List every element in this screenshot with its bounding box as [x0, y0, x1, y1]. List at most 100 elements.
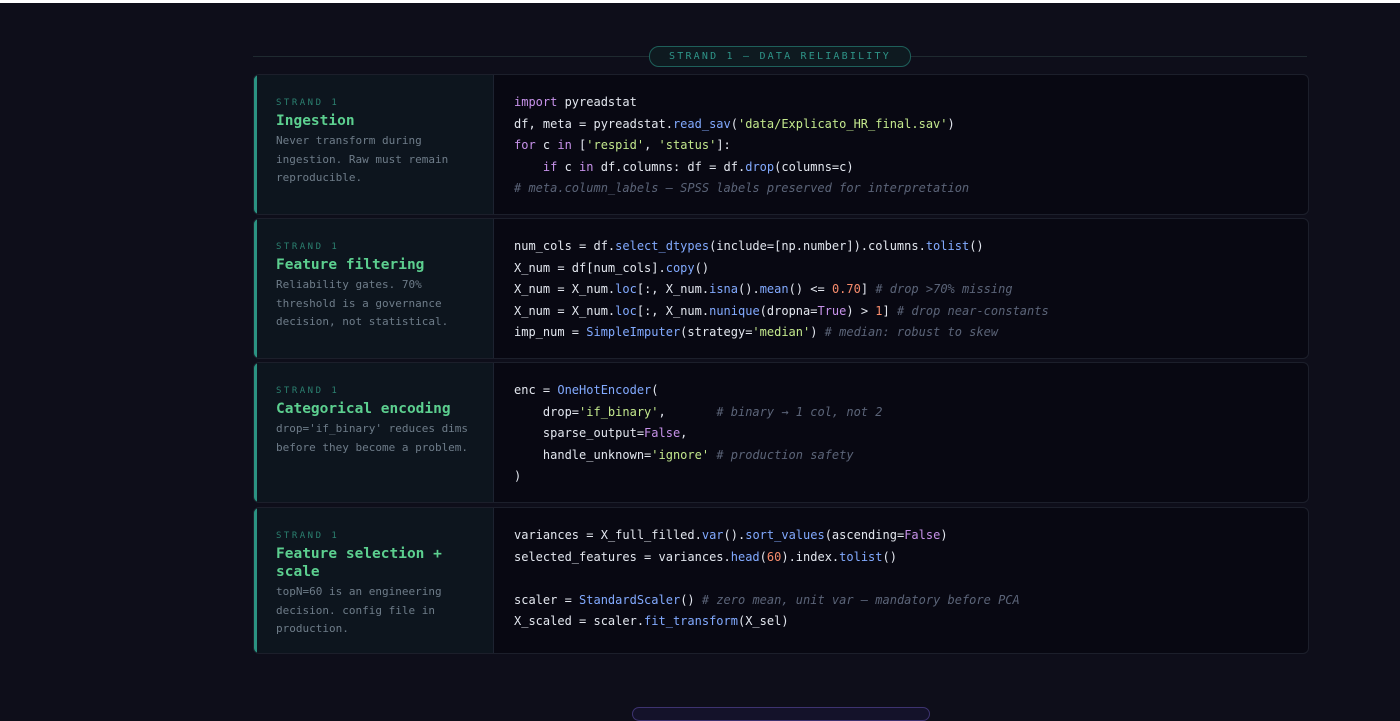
- card-feature-selection: STRAND 1 Feature selection + scale topN=…: [253, 507, 1309, 654]
- divider-right: [911, 56, 1307, 57]
- code-token: (: [759, 549, 767, 564]
- card-eyebrow: STRAND 1: [276, 531, 340, 541]
- code-token: loc: [615, 282, 637, 296]
- code-token: OneHotEncoder: [557, 383, 652, 397]
- code-token: (): [694, 260, 710, 275]
- code-token: [:, X_num.: [636, 303, 710, 318]
- code-token: 'if_binary': [579, 404, 659, 419]
- code-block[interactable]: enc = OneHotEncoder( drop='if_binary', #…: [494, 363, 1308, 502]
- card-feature-filtering: STRAND 1 Feature filtering Reliability g…: [253, 218, 1309, 359]
- code-token: ).index.: [781, 549, 840, 564]
- card-title: Feature selection + scale: [276, 546, 442, 580]
- card-info: STRAND 1 Feature filtering Reliability g…: [254, 219, 494, 358]
- code-token: (): [882, 549, 897, 564]
- code-token: copy: [665, 260, 695, 275]
- code-token: num_cols = df.: [514, 239, 616, 253]
- card-title: Ingestion: [276, 113, 355, 129]
- code-token: c: [535, 138, 558, 152]
- card-eyebrow: STRAND 1: [276, 386, 340, 396]
- code-block[interactable]: num_cols = df.select_dtypes(include=[np.…: [494, 219, 1308, 358]
- code-token: (columns=c): [774, 159, 854, 174]
- code-token: (dropna=: [759, 303, 818, 318]
- code-token: ,: [644, 138, 659, 152]
- next-strand-badge: [632, 707, 930, 721]
- code-line: import pyreadstat: [514, 92, 1308, 114]
- code-token: ,: [680, 426, 688, 440]
- code-token: StandardScaler: [579, 592, 681, 607]
- code-token: variances = X_full_filled.: [514, 528, 702, 542]
- code-token: enc =: [514, 383, 558, 397]
- card-eyebrow: STRAND 1: [276, 98, 340, 108]
- card-description: topN=60 is an engineering decision. conf…: [276, 585, 442, 635]
- code-token: nunique: [709, 303, 760, 318]
- code-token: select_dtypes: [615, 239, 710, 253]
- code-token: 60: [766, 549, 782, 564]
- code-line: # meta.column_labels — SPSS labels prese…: [514, 178, 1308, 200]
- card-ingestion: STRAND 1 Ingestion Never transform durin…: [253, 74, 1309, 215]
- code-line: X_num = X_num.loc[:, X_num.isna().mean()…: [514, 279, 1308, 301]
- code-token: drop=: [514, 404, 580, 419]
- code-line: handle_unknown='ignore' # production saf…: [514, 445, 1308, 467]
- code-token: [:, X_num.: [636, 282, 710, 296]
- code-token: ): [810, 325, 825, 339]
- code-token: [: [571, 138, 587, 152]
- code-token: (include=[np.number]).columns.: [709, 239, 926, 253]
- code-token: (ascending=: [824, 528, 905, 542]
- code-token: # production safety: [716, 447, 854, 462]
- code-token: 'ignore': [651, 447, 710, 462]
- code-token: # zero mean, unit var — mandatory before…: [701, 592, 1020, 607]
- code-block[interactable]: import pyreadstat df, meta = pyreadstat.r…: [494, 75, 1308, 214]
- code-token: imp_num =: [514, 325, 587, 339]
- code-token: # binary → 1 col, not 2: [716, 404, 883, 419]
- code-line: X_num = df[num_cols].copy(): [514, 258, 1308, 280]
- code-token: scaler =: [514, 592, 580, 607]
- code-token: ): [514, 469, 522, 483]
- code-line: if c in df.columns: df = df.drop(columns…: [514, 157, 1308, 179]
- code-line: num_cols = df.select_dtypes(include=[np.…: [514, 236, 1308, 258]
- code-token: False: [644, 426, 681, 440]
- strand-badge: STRAND 1 — DATA RELIABILITY: [649, 46, 911, 67]
- code-token: ]: [860, 282, 876, 296]
- code-token: X_num = df[num_cols].: [514, 260, 666, 275]
- code-token: 0.70: [831, 282, 861, 296]
- code-token: (X_sel): [737, 614, 789, 628]
- code-token: drop: [745, 159, 775, 174]
- code-token: head: [730, 549, 760, 564]
- code-token: var: [701, 528, 724, 542]
- code-line: X_num = X_num.loc[:, X_num.nunique(dropn…: [514, 301, 1308, 323]
- code-token: df.columns: df = df.: [593, 159, 746, 174]
- card-info: STRAND 1 Feature selection + scale topN=…: [254, 508, 494, 653]
- code-line: imp_num = SimpleImputer(strategy='median…: [514, 322, 1308, 344]
- code-token: c: [557, 159, 580, 174]
- code-line: X_scaled = scaler.fit_transform(X_sel): [514, 611, 1308, 633]
- code-token: ().: [738, 282, 760, 296]
- code-token: (: [730, 116, 738, 131]
- code-token: in: [579, 159, 594, 174]
- code-token: 'median': [752, 325, 811, 339]
- code-token: # meta.column_labels — SPSS labels prese…: [514, 181, 970, 195]
- code-token: (strategy=: [680, 325, 753, 339]
- code-line: sparse_output=False,: [514, 423, 1308, 445]
- code-token: handle_unknown=: [514, 447, 652, 462]
- card-description: Never transform during ingestion. Raw mu…: [276, 134, 449, 184]
- code-token: ): [940, 528, 948, 542]
- divider-left: [253, 56, 649, 57]
- code-token: ]:: [716, 138, 731, 152]
- code-token: (: [651, 383, 659, 397]
- card-title: Categorical encoding: [276, 401, 451, 417]
- code-token: ) >: [846, 303, 876, 318]
- code-line: variances = X_full_filled.var().sort_val…: [514, 525, 1308, 547]
- code-block[interactable]: variances = X_full_filled.var().sort_val…: [494, 508, 1308, 653]
- code-token: for: [514, 138, 536, 152]
- code-token: in: [557, 138, 572, 152]
- code-token: () <=: [788, 282, 832, 296]
- code-token: X_num = X_num.: [514, 282, 616, 296]
- code-token: pyreadstat: [557, 95, 637, 109]
- code-token: (): [969, 239, 984, 253]
- code-token: 'respid': [586, 138, 645, 152]
- code-line: selected_features = variances.head(60).i…: [514, 547, 1308, 569]
- card-eyebrow: STRAND 1: [276, 242, 340, 252]
- code-token: loc: [615, 303, 637, 318]
